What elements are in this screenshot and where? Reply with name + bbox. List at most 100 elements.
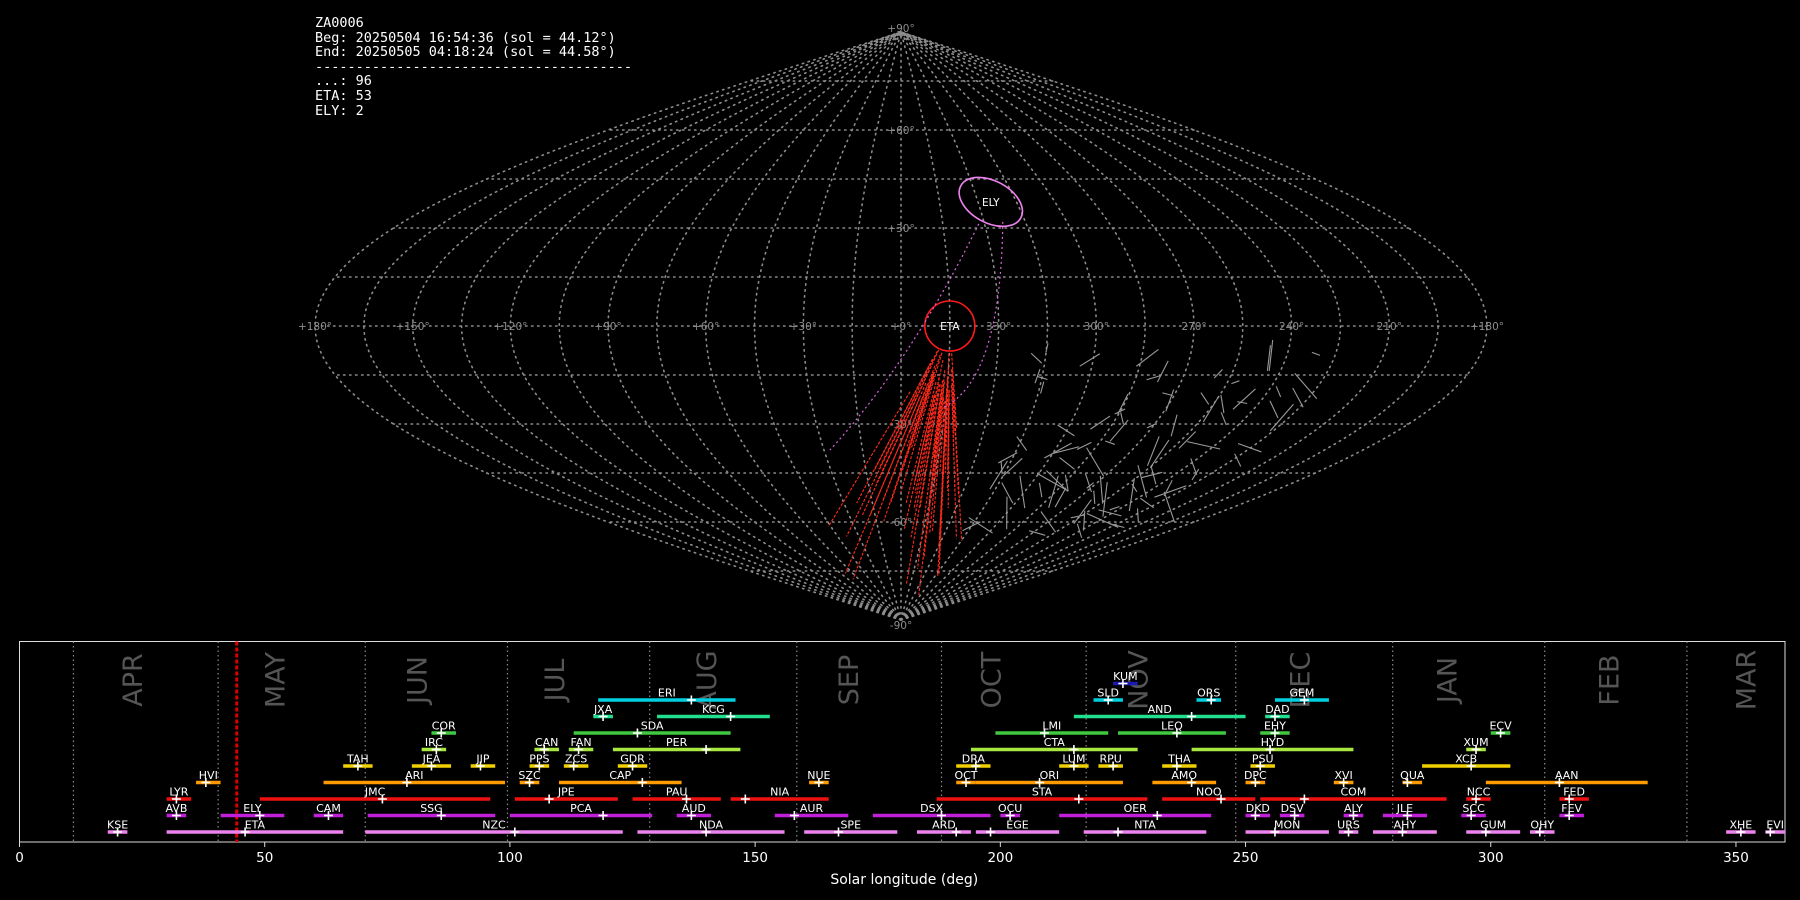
- shower-label: KCG: [702, 703, 725, 716]
- shower-label: JPE: [557, 786, 575, 799]
- sporadic-track: [1054, 487, 1067, 508]
- lon-label: +180°: [1470, 321, 1504, 333]
- shower-label: AUR: [800, 802, 824, 815]
- shower-label: PER: [666, 736, 688, 749]
- sporadic-track: [1117, 393, 1129, 415]
- x-tick-label: 200: [987, 850, 1013, 866]
- radiant-label: ELY: [982, 197, 1000, 209]
- shower-label: LUM: [1062, 753, 1085, 766]
- shower-label: XVI: [1334, 769, 1352, 782]
- sporadic-track: [1002, 457, 1023, 477]
- sporadic-track: [1099, 475, 1104, 504]
- sporadic-track: [1190, 458, 1198, 475]
- sporadic-track: [1292, 387, 1304, 408]
- eta-track: [827, 391, 911, 528]
- eta-track: [856, 365, 930, 504]
- sporadic-track: [1163, 479, 1173, 497]
- shower-label: ALY: [1344, 802, 1363, 815]
- shower-label: COM: [1341, 786, 1367, 799]
- shower-label: JEA: [422, 753, 441, 766]
- shower-timeline-chart: APR MAY JUN JUL AUG SEP OCT NOV DEC JAN FEB MARKSE E…: [15, 641, 1786, 888]
- sporadic-track: [1086, 447, 1105, 477]
- shower-label: GEM: [1289, 687, 1314, 700]
- sporadic-track: [1237, 443, 1262, 453]
- lat-label: +60°: [887, 125, 914, 137]
- shower-label: AUD: [682, 802, 706, 815]
- x-tick-label: 100: [497, 850, 523, 866]
- shower-label: NCC: [1467, 786, 1491, 799]
- shower-label: NUE: [807, 769, 830, 782]
- shower-label: AHY: [1394, 819, 1417, 832]
- sporadic-track: [1232, 388, 1256, 410]
- sporadic-track: [1200, 392, 1210, 405]
- lon-label: 330°: [986, 321, 1011, 333]
- sporadic-track: [1052, 446, 1080, 455]
- x-tick-label: 150: [742, 850, 768, 866]
- sporadic-track: [1135, 349, 1159, 367]
- sporadic-track: [1146, 423, 1156, 429]
- sporadic-track: [1030, 352, 1043, 364]
- x-tick-label: 0: [15, 850, 24, 866]
- sporadic-track: [1156, 360, 1169, 383]
- sporadic-track: [1234, 453, 1242, 467]
- lon-label: +150°: [396, 321, 430, 333]
- shower-label: CAP: [609, 769, 631, 782]
- shower-label: JMC: [364, 786, 386, 799]
- lon-label: +60°: [692, 321, 719, 333]
- x-tick-label: 50: [256, 850, 273, 866]
- month-label: MAR: [1732, 650, 1763, 711]
- shower-label: SLD: [1097, 687, 1119, 700]
- month-label: SEP: [834, 655, 865, 705]
- shower-label: KSE: [107, 819, 128, 832]
- shower-label: STA: [1032, 786, 1053, 799]
- lon-label: 210°: [1377, 321, 1402, 333]
- shower-label: JXA: [593, 703, 613, 716]
- sporadic-track: [1162, 392, 1173, 397]
- shower-label: ECV: [1489, 720, 1512, 733]
- month-label: OCT: [976, 651, 1007, 708]
- sky-map: +90°+60°+30°-30°-60°-90°+180°+150°+120°+…: [298, 23, 1504, 630]
- shower-label: OHY: [1530, 819, 1554, 832]
- shower-label: ORI: [1040, 769, 1060, 782]
- lon-label: +180°: [298, 321, 332, 333]
- sporadic-track: [1059, 457, 1075, 470]
- shower-label: LMI: [1042, 720, 1061, 733]
- shower-label: ORS: [1197, 687, 1220, 700]
- shower-label: THA: [1167, 753, 1191, 766]
- shower-label: DSX: [920, 802, 943, 815]
- shower-label: XCB: [1455, 753, 1477, 766]
- shower-label: KUM: [1113, 670, 1137, 683]
- sporadic-track: [1213, 369, 1223, 379]
- shower-label: DAD: [1265, 703, 1289, 716]
- shower-label: SSG: [420, 802, 443, 815]
- shower-label: FAN: [570, 736, 591, 749]
- shower-label: PAU: [666, 786, 688, 799]
- month-label: FEB: [1594, 654, 1625, 705]
- shower-label: LYR: [169, 786, 188, 799]
- sporadic-track: [1076, 441, 1092, 450]
- sporadic-track: [1128, 477, 1135, 512]
- shower-label: AND: [1148, 703, 1172, 716]
- shower-label: DPC: [1244, 769, 1267, 782]
- shower-label: NOO: [1196, 786, 1222, 799]
- sporadic-track: [962, 521, 981, 532]
- shower-label: HVI: [199, 769, 218, 782]
- shower-label: TAH: [346, 753, 369, 766]
- shower-label: XHE: [1729, 819, 1752, 832]
- month-label: APR: [118, 653, 149, 707]
- sporadic-track: [1070, 514, 1085, 519]
- shower-label: SCC: [1462, 802, 1485, 815]
- month-label: MAY: [260, 651, 291, 708]
- shower-label: ERI: [658, 687, 676, 700]
- x-tick-label: 300: [1478, 850, 1504, 866]
- radiant-label: ETA: [940, 321, 960, 333]
- shower-label: SPE: [840, 819, 861, 832]
- shower-label: GDR: [620, 753, 645, 766]
- sporadic-track: [1109, 419, 1129, 442]
- lon-label: 240°: [1279, 321, 1304, 333]
- sporadic-track: [1220, 394, 1225, 414]
- sporadic-track: [1076, 523, 1083, 538]
- lon-label: +30°: [790, 321, 817, 333]
- shower-label: PCA: [570, 802, 592, 815]
- month-label: JUN: [403, 656, 434, 706]
